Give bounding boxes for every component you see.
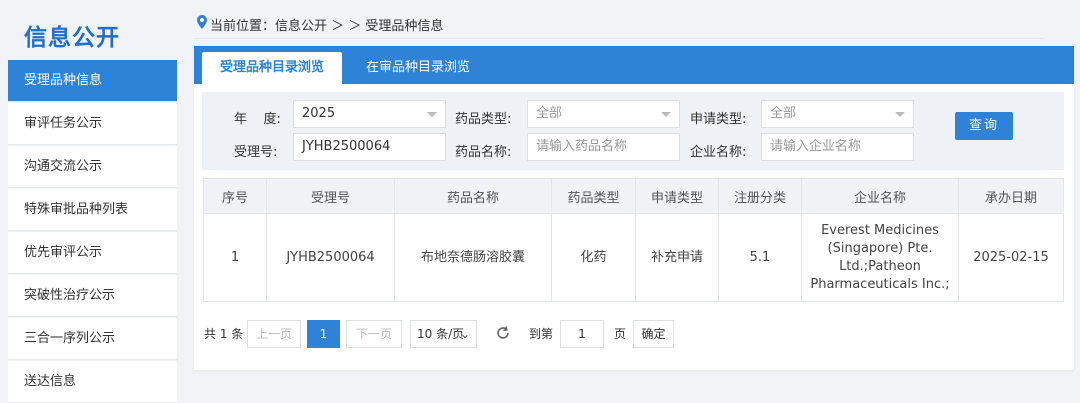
page-size-select[interactable]: 10 条/页 ⌄ — [410, 320, 477, 348]
apply-type-select[interactable]: 全部 — [761, 100, 914, 128]
prev-page-button[interactable]: 上一页 — [247, 320, 301, 348]
year-select[interactable]: 2025 — [293, 100, 446, 128]
cell-company: Everest Medicines (Singapore) Pte. Ltd.;… — [801, 213, 959, 302]
content-card: 受理品种目录浏览 在审品种目录浏览 年 度: 2025 药品类型: 全部 申请类… — [194, 46, 1074, 370]
cell-apply-type: 补充申请 — [635, 213, 719, 302]
goto-confirm-button[interactable]: 确定 — [633, 320, 674, 348]
goto-page-input[interactable]: 1 — [560, 320, 604, 348]
page-unit-label: 页 — [614, 327, 627, 341]
apply-type-select-value: 全部 — [770, 106, 797, 121]
sidebar-item-review-tasks[interactable]: 审评任务公示 — [8, 103, 177, 145]
refresh-icon[interactable] — [494, 324, 512, 342]
chevron-down-icon — [895, 112, 905, 117]
tab-accepted-catalog[interactable]: 受理品种目录浏览 — [202, 52, 343, 84]
sidebar-item-priority-review[interactable]: 优先审评公示 — [8, 232, 177, 274]
company-label: 企业名称: — [690, 145, 747, 160]
year-select-value: 2025 — [302, 106, 336, 121]
drug-name-input[interactable]: 请输入药品名称 — [527, 133, 680, 161]
breadcrumb-text: 当前位置：信息公开 ＞ ＞ 受理品种信息 — [210, 19, 444, 34]
cell-index: 1 — [203, 213, 267, 302]
query-button[interactable]: 查询 — [955, 112, 1013, 140]
th-accept-no: 受理号 — [266, 178, 395, 214]
page-size-value: 10 条/页 — [417, 327, 465, 341]
th-apply-type: 申请类型 — [635, 178, 719, 214]
cell-drug-name: 布地奈德肠溶胶囊 — [394, 213, 552, 302]
th-reg-class: 注册分类 — [718, 178, 802, 214]
sidebar-item-communication[interactable]: 沟通交流公示 — [8, 146, 177, 188]
cell-drug-type: 化药 — [551, 213, 636, 302]
sidebar: 信息公开 受理品种信息 审评任务公示 沟通交流公示 特殊审批品种列表 优先审评公… — [0, 0, 184, 403]
total-count: 共 1 条 — [204, 327, 244, 341]
main-content: 当前位置：信息公开 ＞ ＞ 受理品种信息 受理品种目录浏览 在审品种目录浏览 年… — [194, 0, 1074, 370]
pagination: 共 1 条 上一页 1 下一页 10 条/页 ⌄ 到第 1 页 确定 — [204, 320, 1064, 348]
page-number-button[interactable]: 1 — [307, 320, 340, 348]
th-drug-type: 药品类型 — [551, 178, 636, 214]
apply-type-label: 申请类型: — [690, 112, 747, 127]
chevron-down-icon — [661, 112, 671, 117]
breadcrumb: 当前位置：信息公开 ＞ ＞ 受理品种信息 — [194, 10, 1044, 39]
chevron-down-icon: ⌄ — [459, 327, 470, 341]
goto-label: 到第 — [529, 327, 554, 341]
th-index: 序号 — [203, 178, 267, 214]
sidebar-item-breakthrough[interactable]: 突破性治疗公示 — [8, 275, 177, 317]
th-company: 企业名称 — [801, 178, 959, 214]
drug-name-label: 药品名称: — [455, 145, 512, 160]
tab-bar: 受理品种目录浏览 在审品种目录浏览 — [194, 46, 1074, 84]
cell-date: 2025-02-15 — [958, 213, 1064, 302]
table-row: 1 JYHB2500064 布地奈德肠溶胶囊 化药 补充申请 5.1 Evere… — [203, 213, 1064, 302]
sidebar-item-delivery[interactable]: 送达信息 — [8, 361, 177, 403]
year-label: 年 度: — [234, 112, 281, 127]
tab-under-review-catalog[interactable]: 在审品种目录浏览 — [348, 52, 488, 84]
filter-panel: 年 度: 2025 药品类型: 全部 申请类型: 全部 受理号: JYHB250… — [202, 92, 1064, 170]
sidebar-item-special-approval[interactable]: 特殊审批品种列表 — [8, 189, 177, 231]
sidebar-item-accepted-varieties[interactable]: 受理品种信息 — [8, 60, 177, 102]
drug-type-select[interactable]: 全部 — [527, 100, 680, 128]
next-page-button[interactable]: 下一页 — [346, 320, 402, 348]
accept-no-input[interactable]: JYHB2500064 — [293, 133, 446, 161]
sidebar-item-three-in-one[interactable]: 三合一序列公示 — [8, 318, 177, 360]
drug-type-label: 药品类型: — [455, 112, 512, 127]
results-table: 序号 受理号 药品名称 药品类型 申请类型 注册分类 企业名称 承办日期 1 J… — [203, 178, 1064, 302]
drug-type-select-value: 全部 — [536, 106, 563, 121]
chevron-down-icon — [427, 112, 437, 117]
cell-accept-no: JYHB2500064 — [266, 213, 395, 302]
table-header-row: 序号 受理号 药品名称 药品类型 申请类型 注册分类 企业名称 承办日期 — [203, 178, 1064, 214]
th-date: 承办日期 — [958, 178, 1064, 214]
company-input[interactable]: 请输入企业名称 — [761, 133, 914, 161]
location-pin-icon — [197, 15, 207, 29]
th-drug-name: 药品名称 — [394, 178, 552, 214]
sidebar-title: 信息公开 — [24, 25, 120, 51]
cell-reg-class: 5.1 — [718, 213, 802, 302]
accept-no-label: 受理号: — [234, 145, 278, 160]
